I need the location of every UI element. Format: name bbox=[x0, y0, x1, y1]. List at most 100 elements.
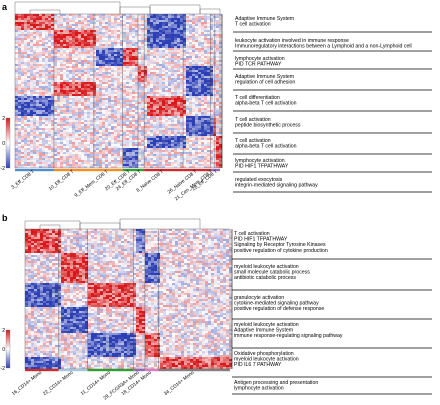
heatmap-cell bbox=[30, 74, 33, 76]
heatmap-cell bbox=[174, 130, 177, 132]
heatmap-cell bbox=[36, 40, 39, 42]
heatmap-cell bbox=[66, 48, 69, 50]
heatmap-cell bbox=[114, 76, 117, 78]
heatmap-cell bbox=[126, 156, 129, 158]
heatmap-cell bbox=[156, 108, 159, 110]
heatmap-cell bbox=[123, 126, 126, 128]
heatmap-cell bbox=[156, 104, 159, 106]
heatmap-cell bbox=[126, 88, 129, 90]
heatmap-cell bbox=[114, 16, 117, 18]
heatmap-cell bbox=[114, 80, 117, 82]
heatmap-cell bbox=[177, 92, 180, 94]
heatmap-cell bbox=[159, 100, 162, 102]
dendrogram-branch bbox=[29, 9, 61, 14]
heatmap-cell bbox=[219, 70, 222, 72]
heatmap-cell bbox=[162, 20, 165, 22]
heatmap-cell bbox=[108, 108, 111, 110]
heatmap-cell bbox=[60, 64, 63, 66]
heatmap-cell bbox=[114, 56, 117, 58]
heatmap-cell bbox=[204, 122, 207, 124]
heatmap-cell bbox=[132, 24, 135, 26]
heatmap-cell bbox=[69, 108, 72, 110]
heatmap-cell bbox=[162, 24, 165, 26]
heatmap-cell bbox=[72, 156, 75, 158]
heatmap-cell bbox=[201, 14, 204, 16]
heatmap-cell bbox=[60, 138, 63, 140]
heatmap-cell bbox=[132, 38, 135, 40]
heatmap-cell bbox=[159, 18, 162, 20]
heatmap-cell bbox=[198, 30, 201, 32]
heatmap-cell bbox=[168, 124, 171, 126]
heatmap-cell bbox=[18, 98, 21, 100]
heatmap-cell bbox=[69, 34, 72, 36]
heatmap-cell bbox=[99, 50, 102, 52]
heatmap-cell bbox=[57, 122, 60, 124]
heatmap-cell bbox=[150, 18, 153, 20]
heatmap-cell bbox=[108, 94, 111, 96]
heatmap-cell bbox=[24, 90, 27, 92]
heatmap-cell bbox=[168, 44, 171, 46]
heatmap-cell bbox=[42, 150, 45, 152]
heatmap-cell bbox=[72, 60, 75, 62]
heatmap-cell bbox=[165, 90, 168, 92]
heatmap-cell bbox=[156, 42, 159, 44]
heatmap-cell bbox=[219, 142, 222, 144]
heatmap-cell bbox=[63, 108, 66, 110]
heatmap-cell bbox=[15, 112, 18, 114]
heatmap-cell bbox=[147, 46, 150, 48]
heatmap-cell bbox=[126, 136, 129, 138]
heatmap-cell bbox=[93, 100, 96, 102]
heatmap-cell bbox=[102, 30, 105, 32]
heatmap-cell bbox=[84, 48, 87, 50]
heatmap-cell bbox=[15, 94, 18, 96]
heatmap-cell bbox=[99, 104, 102, 106]
heatmap-cell bbox=[57, 82, 60, 84]
heatmap-cell bbox=[186, 16, 189, 18]
heatmap-cell bbox=[180, 56, 183, 58]
heatmap-cell bbox=[174, 54, 177, 56]
heatmap-cell bbox=[201, 60, 204, 62]
heatmap-cell bbox=[81, 144, 84, 146]
heatmap-cell bbox=[39, 58, 42, 60]
heatmap-cell bbox=[54, 90, 57, 92]
heatmap-cell bbox=[177, 36, 180, 38]
heatmap-cell bbox=[135, 64, 138, 66]
heatmap-cell bbox=[57, 154, 60, 156]
heatmap-cell bbox=[36, 138, 39, 140]
heatmap-cell bbox=[183, 20, 186, 22]
heatmap-cell bbox=[141, 146, 144, 148]
heatmap-cell bbox=[201, 38, 204, 40]
heatmap-cell bbox=[33, 110, 36, 112]
heatmap-cell bbox=[183, 134, 186, 136]
heatmap-cell bbox=[18, 118, 21, 120]
heatmap-cell bbox=[72, 158, 75, 160]
heatmap-cell bbox=[63, 36, 66, 38]
heatmap-cell bbox=[180, 152, 183, 154]
heatmap-cell bbox=[90, 114, 93, 116]
heatmap-cell bbox=[195, 64, 198, 66]
heatmap-cell bbox=[192, 60, 195, 62]
heatmap-cell bbox=[129, 108, 132, 110]
heatmap-cell bbox=[192, 20, 195, 22]
heatmap-cell bbox=[39, 14, 42, 16]
heatmap-cell bbox=[159, 110, 162, 112]
heatmap-cell bbox=[159, 62, 162, 64]
heatmap-cell bbox=[54, 54, 57, 56]
heatmap-cell bbox=[105, 58, 108, 60]
heatmap-cell bbox=[183, 112, 186, 114]
heatmap-cell bbox=[33, 94, 36, 96]
heatmap-cell bbox=[24, 70, 27, 72]
heatmap-cell bbox=[150, 14, 153, 16]
heatmap-cell bbox=[30, 30, 33, 32]
heatmap-cell bbox=[39, 72, 42, 74]
heatmap-cell bbox=[81, 148, 84, 150]
heatmap-cell bbox=[93, 106, 96, 108]
heatmap-cell bbox=[15, 76, 18, 78]
heatmap-cell bbox=[171, 18, 174, 20]
heatmap-cell bbox=[165, 44, 168, 46]
heatmap-cell bbox=[165, 38, 168, 40]
heatmap-cell bbox=[30, 154, 33, 156]
heatmap-cell bbox=[33, 148, 36, 150]
heatmap-cell bbox=[96, 122, 99, 124]
heatmap-cell bbox=[144, 88, 147, 90]
